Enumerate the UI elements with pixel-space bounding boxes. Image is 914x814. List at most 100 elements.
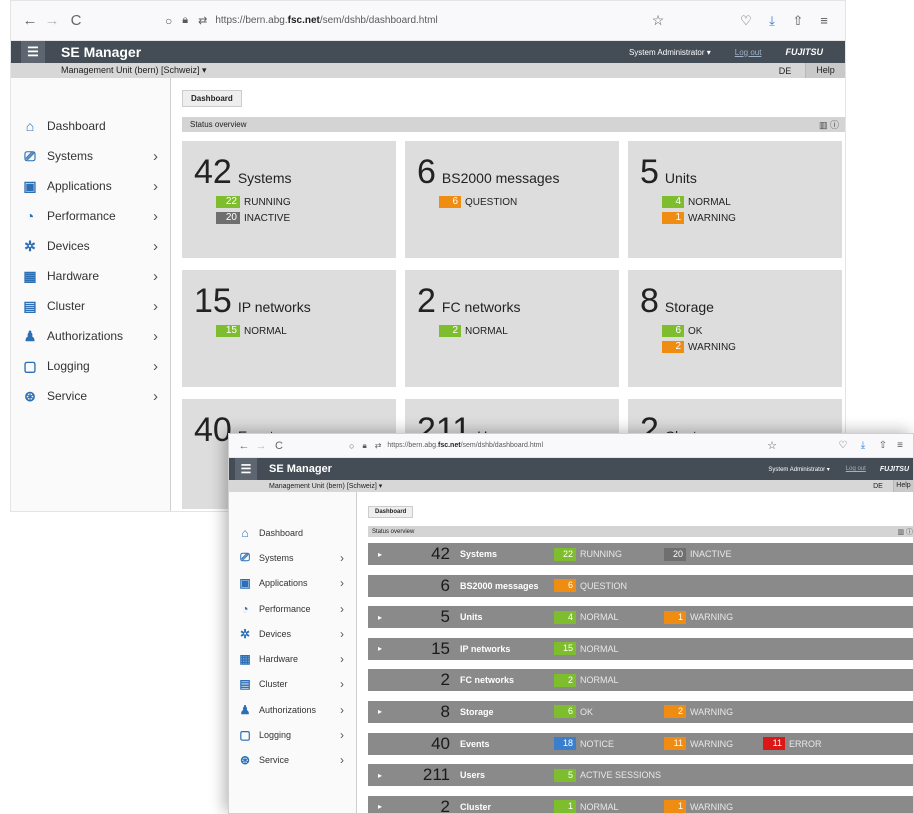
sidebar-item-dashboard[interactable]: ⌂ Dashboard [11,111,170,141]
sidebar-item-systems[interactable]: ⎚ Systems › [11,141,170,171]
status-row-bs2000-messages[interactable]: 6 BS2000 messages 6 QUESTION [368,574,913,597]
row-status: 1 WARNING [664,800,733,813]
sidebar-item-systems[interactable]: ⎚ Systems › [229,545,356,570]
expand-arrow-icon[interactable]: ▸ [368,771,392,780]
status-tile-ip-networks[interactable]: 15 IP networks 15 NORMAL [182,270,396,387]
back-icon[interactable]: ← [19,12,41,29]
logout-link[interactable]: Log out [735,48,762,57]
status-label: WARNING [690,738,734,749]
sidebar-item-performance[interactable]: ◔ Performance › [11,201,170,231]
hamburger-icon[interactable]: ☰ [235,458,257,480]
status-label: ERROR [789,738,822,749]
bookmark-star-icon[interactable]: ☆ [761,439,783,452]
sidebar-item-performance[interactable]: ◔ Performance › [229,596,356,621]
row-count: 40 [431,733,450,753]
row-label: IP networks [460,643,511,654]
back-icon[interactable]: ← [235,440,253,452]
chevron-right-icon: › [340,652,344,667]
url-domain: fsc.net [287,15,320,26]
status-label: ACTIVE SESSIONS [580,770,662,781]
pocket-icon[interactable]: ♡ [733,13,759,29]
sidebar-item-applications[interactable]: ▣ Applications › [229,571,356,596]
row-count: 211 [422,765,450,785]
reload-icon[interactable]: C [269,440,289,452]
url-prefix: https://bern.abg. [215,15,288,26]
download-icon[interactable]: ⤓ [853,440,873,451]
expand-arrow-icon[interactable]: ▸ [368,707,392,716]
reload-icon[interactable]: C [63,12,89,29]
tile-heading: 15 IP networks [194,282,396,321]
expand-arrow-icon[interactable]: ▸ [368,550,392,559]
status-row-ip-networks[interactable]: ▸ 15 IP networks 15 NORMAL [368,637,913,660]
forward-icon[interactable]: → [253,440,269,452]
help-button[interactable]: Help [805,63,845,78]
status-tile-bs2000-messages[interactable]: 6 BS2000 messages 6 QUESTION [405,141,619,258]
status-list: ▸ 42 Systems 22 RUNNING 20 INACTIVE 6 BS2000 mes… [368,543,913,813]
download-icon[interactable]: ⤓ [759,13,785,29]
address-bar[interactable]: ○ 🔒︎ ⇄ https://bern.abg. fsc.net/sem/dshb… [165,14,643,28]
user-menu[interactable]: System Administrator ▾ [768,466,829,473]
layout-toggle-icon[interactable]: ▥ ⓘ [897,527,913,537]
sidebar-item-cluster[interactable]: ▤ Cluster › [229,672,356,697]
tile-count: 2 [417,282,436,320]
address-bar-2[interactable]: ○ 🔒︎ ⇄ https://bern.abg. fsc.net/sem/dshb… [349,441,761,451]
extensions-icon[interactable]: ⇧ [785,13,811,29]
sidebar-item-logging[interactable]: ▢ Logging › [229,722,356,747]
status-badge: 2 [439,325,461,337]
tile-status-row: 6 QUESTION [439,196,619,208]
sidebar-item-service[interactable]: ⊛ Service › [229,748,356,773]
status-row-cluster[interactable]: ▸ 2 Cluster 1 NORMAL 1 WARNING [368,795,913,813]
language-de[interactable]: DE [765,66,805,76]
sidebar-item-authorizations[interactable]: ♟ Authorizations › [229,697,356,722]
expand-arrow-icon[interactable]: ▸ [368,613,392,622]
expand-arrow-icon[interactable]: ▸ [368,644,392,653]
unit-selector[interactable]: Management Unit (bern) [Schweiz] ▾ [269,482,382,490]
status-row-units[interactable]: ▸ 5 Units 4 NORMAL 1 WARNING [368,606,913,629]
sidebar-item-authorizations[interactable]: ♟ Authorizations › [11,321,170,351]
status-label: WARNING [690,706,734,717]
sidebar-item-dashboard[interactable]: ⌂ Dashboard [229,520,356,545]
sidebar-item-devices[interactable]: ✲ Devices › [229,621,356,646]
status-tile-fc-networks[interactable]: 2 FC networks 2 NORMAL [405,270,619,387]
help-button[interactable]: Help [893,480,913,492]
extensions-icon[interactable]: ⇧ [873,440,893,451]
layout-toggle-icon[interactable]: ▥ ⓘ [819,118,839,131]
sidebar-item-applications[interactable]: ▣ Applications › [11,171,170,201]
status-row-fc-networks[interactable]: 2 FC networks 2 NORMAL [368,669,913,692]
sidebar-item-hardware[interactable]: ▦ Hardware › [11,261,170,291]
status-row-users[interactable]: ▸ 211 Users 5 ACTIVE SESSIONS [368,764,913,787]
logging-icon: ▢ [239,728,251,743]
unit-selector[interactable]: Management Unit (bern) [Schweiz] ▾ [61,65,207,76]
sidebar-item-logging[interactable]: ▢ Logging › [11,351,170,381]
user-menu[interactable]: System Administrator ▾ [629,48,711,57]
sidebar-item-devices[interactable]: ✲ Devices › [11,231,170,261]
status-tile-systems[interactable]: 42 Systems 22 RUNNING 20 INACTIVE [182,141,396,258]
url-domain: fsc.net [438,442,461,449]
status-tile-storage[interactable]: 8 Storage 6 OK 2 WARNING [628,270,842,387]
expand-arrow-icon[interactable]: ▸ [368,802,392,811]
sidebar-item-hardware[interactable]: ▦ Hardware › [229,646,356,671]
language-de[interactable]: DE [863,483,893,490]
logout-link[interactable]: Log out [846,466,866,472]
menu-icon[interactable]: ≡ [893,440,907,451]
status-badge: 4 [662,196,684,208]
forward-icon[interactable]: → [41,12,63,29]
menu-icon[interactable]: ≡ [811,13,837,28]
status-badge: 11 [664,737,686,751]
logging-icon: ▢ [23,357,37,374]
row-status: 20 INACTIVE [664,547,732,561]
status-row-storage[interactable]: ▸ 8 Storage 6 OK 2 WARNING [368,700,913,723]
status-tile-units[interactable]: 5 Units 4 NORMAL 1 WARNING [628,141,842,258]
tile-count: 40 [194,411,232,449]
status-row-systems[interactable]: ▸ 42 Systems 22 RUNNING 20 INACTIVE [368,543,913,565]
tab-dashboard[interactable]: Dashboard [368,506,414,518]
sidebar-item-cluster[interactable]: ▤ Cluster › [11,291,170,321]
sidebar-item-service[interactable]: ⊛ Service › [11,381,170,411]
pocket-icon[interactable]: ♡ [833,440,853,451]
tab-dashboard[interactable]: Dashboard [182,90,242,107]
status-row-events[interactable]: 40 Events 18 NOTICE 11 WARNING 11 ERROR [368,732,913,755]
tile-heading: 8 Storage [640,282,842,321]
hamburger-icon[interactable]: ☰ [21,41,45,63]
bookmark-star-icon[interactable]: ☆ [643,12,673,29]
tile-count: 6 [417,153,436,191]
